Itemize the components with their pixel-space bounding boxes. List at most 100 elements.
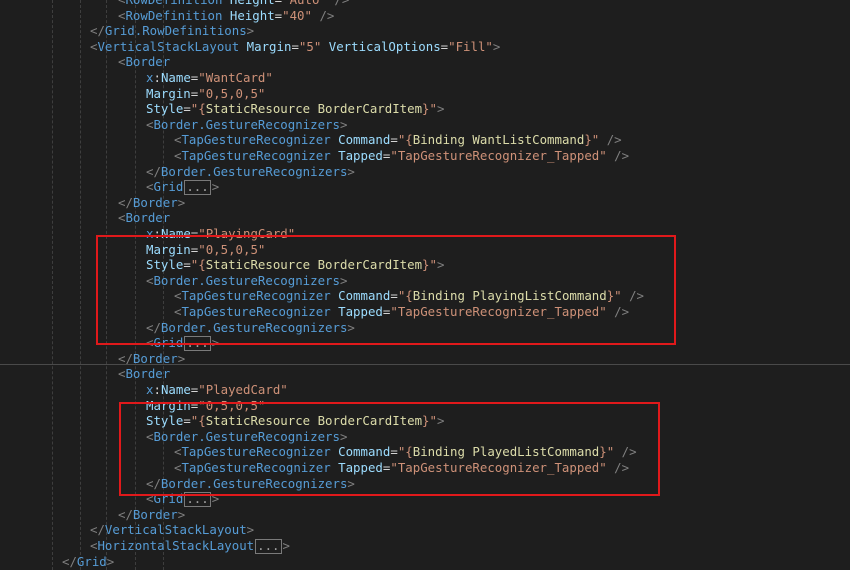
code-token: Command: [330, 132, 391, 148]
code-line-text: <RowDefinition Height="Auto" />: [118, 0, 349, 8]
highlight-box: [119, 402, 660, 496]
code-token: VerticalStackLayout: [104, 522, 247, 538]
code-line-text: </Grid.RowDefinitions>: [90, 23, 254, 39]
code-token: >: [177, 506, 186, 522]
code-token: Border: [125, 210, 171, 226]
code-line-text: <Grid... >: [146, 179, 220, 196]
code-line[interactable]: </Border.GestureRecognizers>: [0, 164, 850, 180]
editor-separator: [0, 364, 850, 365]
code-token: "Fill": [448, 38, 493, 54]
code-line-text: x:Name="WantCard": [146, 70, 273, 86]
code-line[interactable]: <Border: [0, 210, 850, 226]
code-token: RowDefinition: [125, 7, 223, 23]
code-token: "WantCard": [198, 70, 273, 85]
highlight-box: [96, 235, 676, 345]
code-token: RowDefinition: [125, 0, 222, 7]
code-token: >: [177, 194, 186, 210]
code-token: Grid: [153, 179, 184, 195]
code-token: :: [153, 70, 161, 85]
code-line[interactable]: </Grid>: [0, 554, 850, 570]
code-token: VerticalStackLayout: [97, 38, 240, 54]
code-token: Margin: [239, 38, 292, 54]
code-line[interactable]: </Border>: [0, 195, 850, 211]
code-token: TapGestureRecognizer: [181, 132, 331, 148]
code-line[interactable]: x:Name="WantCard": [0, 70, 850, 86]
code-token: "40": [282, 7, 312, 23]
code-line-text: <Border.GestureRecognizers>: [146, 117, 347, 133]
code-token: StaticResource: [205, 101, 311, 117]
code-token: }": [422, 101, 437, 117]
code-token: >: [246, 23, 255, 39]
code-line[interactable]: <RowDefinition Height="40" />: [0, 8, 850, 24]
code-line[interactable]: <HorizontalStackLayout... >: [0, 538, 850, 554]
code-token: Tapped: [330, 148, 383, 163]
code-token: Height: [222, 7, 275, 23]
code-line[interactable]: </Grid.RowDefinitions>: [0, 23, 850, 39]
code-token: />: [606, 148, 630, 163]
collapsed-region-button[interactable]: ...: [255, 539, 282, 554]
code-line[interactable]: <TapGestureRecognizer Tapped="TapGesture…: [0, 148, 850, 164]
code-token: Height: [222, 0, 275, 7]
code-line-text: Margin="0,5,0,5": [146, 86, 265, 102]
code-token: />: [311, 7, 335, 23]
code-line[interactable]: x:Name="PlayedCard": [0, 382, 850, 398]
code-token: </: [118, 194, 133, 210]
code-line[interactable]: <Border: [0, 54, 850, 70]
code-token: Border: [125, 54, 171, 70]
code-token: >: [492, 38, 501, 54]
code-token: >: [106, 553, 115, 569]
code-token: Grid.RowDefinitions: [104, 23, 247, 39]
code-line[interactable]: <RowDefinition Height="Auto" />: [0, 0, 850, 8]
code-line-text: <VerticalStackLayout Margin="5" Vertical…: [90, 39, 500, 55]
code-token: =: [183, 101, 191, 117]
code-token: </: [90, 522, 105, 538]
code-token: >: [347, 163, 355, 179]
code-token: "TapGestureRecognizer_Tapped": [390, 148, 607, 163]
code-token: >: [339, 116, 348, 132]
code-token: Binding: [412, 132, 465, 148]
code-line[interactable]: </VerticalStackLayout>: [0, 522, 850, 538]
code-token: Border: [125, 366, 171, 382]
code-line-text: <RowDefinition Height="40" />: [118, 8, 334, 24]
code-line[interactable]: Margin="0,5,0,5": [0, 86, 850, 102]
code-token: Name: [160, 70, 191, 85]
code-token: Border.GestureRecognizers: [160, 163, 348, 179]
code-token: Style: [146, 101, 184, 117]
code-token: BorderCardItem: [310, 101, 423, 117]
code-line-text: </Border>: [118, 507, 185, 523]
code-token: Name: [160, 382, 191, 397]
code-line-text: </VerticalStackLayout>: [90, 522, 254, 538]
code-line[interactable]: <Border.GestureRecognizers>: [0, 117, 850, 133]
code-token: =: [291, 38, 299, 54]
code-token: </: [118, 506, 133, 522]
code-line[interactable]: </Border>: [0, 507, 850, 523]
code-token: VerticalOptions: [321, 38, 441, 54]
code-token: />: [599, 132, 622, 148]
code-line-text: <Border: [118, 54, 170, 70]
code-token: Border: [132, 194, 178, 210]
code-token: =: [440, 38, 449, 54]
code-line[interactable]: <Border: [0, 366, 850, 382]
code-token: >: [211, 179, 220, 195]
code-editor[interactable]: <RowDefinition Height="Auto" /><RowDefin…: [0, 0, 850, 570]
code-token: "0,5,0,5": [198, 85, 266, 101]
code-line-text: </Border.GestureRecognizers>: [146, 164, 355, 180]
code-line-text: <Border: [118, 210, 170, 226]
code-token: TapGestureRecognizer: [181, 148, 331, 163]
code-token: :: [153, 382, 161, 397]
collapsed-region-button[interactable]: ...: [184, 180, 211, 196]
code-token: />: [327, 0, 349, 7]
code-line[interactable]: <TapGestureRecognizer Command="{Binding …: [0, 132, 850, 148]
code-token: >: [282, 538, 290, 553]
code-token: "5": [298, 38, 322, 54]
code-line-text: <HorizontalStackLayout... >: [90, 538, 290, 554]
code-line-text: <TapGestureRecognizer Tapped="TapGesture…: [174, 148, 629, 164]
code-token: }": [584, 132, 600, 148]
code-line[interactable]: <VerticalStackLayout Margin="5" Vertical…: [0, 39, 850, 55]
code-token: >: [246, 522, 255, 538]
code-token: "{: [397, 132, 413, 148]
code-line[interactable]: Style="{StaticResource BorderCardItem}">: [0, 101, 850, 117]
code-token: Margin: [146, 85, 191, 101]
code-line[interactable]: <Grid... >: [0, 179, 850, 196]
code-line-text: </Grid>: [62, 554, 114, 570]
